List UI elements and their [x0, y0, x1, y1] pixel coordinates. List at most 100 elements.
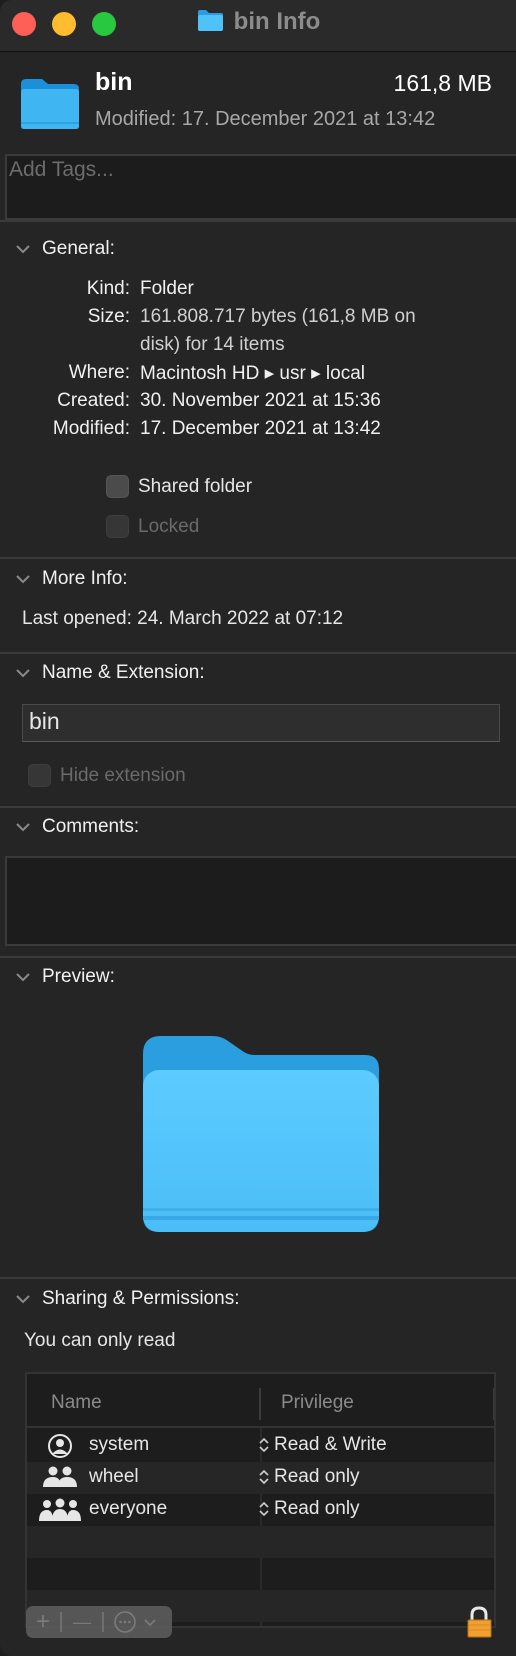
permission-status-text: You can only read [24, 1330, 176, 1351]
file-size: 161,8 MB [393, 70, 492, 96]
section-title: Comments: [42, 816, 140, 837]
table-row[interactable]: system Read & Write [27, 1430, 494, 1462]
permissions-button-group: + — [26, 1606, 172, 1638]
section-title: Name & Extension: [42, 662, 205, 683]
last-opened-text: Last opened: 24. March 2022 at 07:12 [22, 608, 344, 629]
privilege-value: Read & Write [274, 1434, 387, 1455]
info-key: Modified: [52, 418, 130, 439]
divider [0, 557, 516, 559]
permissions-table[interactable]: Name Privilege system Read & Write wheel… [25, 1372, 496, 1628]
window-title-text: bin Info [233, 8, 321, 35]
info-row-size: Size: 161.808.717 bytes (161,8 MB on [0, 306, 516, 333]
info-key: Created: [57, 390, 130, 411]
folder-icon [196, 8, 224, 39]
chevron-down-icon [16, 245, 30, 254]
info-key: Size: [87, 306, 130, 327]
name-field[interactable] [22, 704, 500, 742]
comments-field[interactable] [5, 856, 516, 946]
section-general-header[interactable]: General: [14, 238, 115, 260]
chevron-down-icon [16, 973, 30, 982]
user-name: system [89, 1434, 150, 1455]
checkbox-label: Shared folder [138, 475, 253, 497]
updown-arrows-icon [259, 1469, 269, 1485]
name-input[interactable] [23, 705, 499, 738]
privilege-value: Read only [274, 1498, 360, 1519]
checkbox-label: Hide extension [60, 764, 186, 786]
checkbox-box[interactable] [106, 475, 129, 498]
section-sharing-header[interactable]: Sharing & Permissions: [14, 1288, 239, 1310]
info-value: 30. November 2021 at 15:36 [140, 390, 381, 411]
divider [0, 806, 516, 808]
privilege-popup[interactable]: Read & Write [259, 1434, 387, 1456]
chevron-down-icon [16, 1295, 30, 1304]
file-modified: Modified: 17. December 2021 at 13:42 [95, 108, 436, 130]
section-title: General: [42, 238, 115, 259]
group-icon [43, 1466, 77, 1487]
info-window: bin Info bin 161,8 MB Modified: 17. Dece… [0, 0, 516, 1656]
column-header-privilege[interactable]: Privilege [281, 1392, 354, 1414]
info-value: disk) for 14 items [140, 334, 285, 355]
table-row[interactable]: wheel Read only [27, 1462, 494, 1494]
user-icon [48, 1434, 72, 1458]
info-value: Folder [140, 278, 194, 299]
section-more-info-header[interactable]: More Info: [14, 568, 128, 590]
section-comments-header[interactable]: Comments: [14, 816, 139, 838]
info-key: Kind: [86, 278, 130, 299]
checkbox-label: Locked [138, 515, 200, 537]
folder-icon [143, 1036, 381, 1239]
empty-row [27, 1558, 494, 1590]
checkbox-box[interactable] [28, 764, 51, 787]
divider [0, 652, 516, 654]
column-header-name[interactable]: Name [51, 1392, 102, 1414]
user-name: wheel [89, 1466, 139, 1487]
title-bar[interactable]: bin Info [0, 0, 516, 52]
chevron-down-icon [144, 1619, 156, 1627]
updown-arrows-icon [259, 1437, 269, 1453]
permission-status: You can only read [24, 1330, 516, 1357]
file-header: bin 161,8 MB Modified: 17. December 2021… [0, 52, 516, 152]
everyone-icon [39, 1498, 81, 1521]
table-row[interactable]: everyone Read only [27, 1494, 494, 1526]
privilege-popup[interactable]: Read only [259, 1498, 360, 1520]
section-title: More Info: [42, 568, 128, 589]
privilege-popup[interactable]: Read only [259, 1466, 360, 1488]
folder-icon [20, 78, 80, 135]
table-header: Name Privilege [27, 1374, 494, 1428]
user-name: everyone [89, 1498, 168, 1519]
column-divider[interactable] [259, 1388, 261, 1420]
window-title: bin Info [0, 8, 516, 39]
chevron-down-icon [16, 575, 30, 584]
column-divider[interactable] [493, 1388, 494, 1420]
info-row-created: Created: 30. November 2021 at 15:36 [0, 390, 516, 417]
last-opened: Last opened: 24. March 2022 at 07:12 [22, 608, 516, 635]
divider [0, 220, 516, 222]
file-name: bin [95, 68, 133, 96]
privilege-value: Read only [274, 1466, 360, 1487]
info-key: Where: [68, 362, 130, 383]
info-value: Macintosh HD ▸ usr ▸ local [140, 363, 365, 384]
chevron-down-icon [16, 823, 30, 832]
info-row-modified: Modified: 17. December 2021 at 13:42 [0, 418, 516, 445]
info-value: 17. December 2021 at 13:42 [140, 418, 381, 439]
hide-extension-checkbox[interactable]: Hide extension [28, 764, 186, 787]
info-row-where: Where: Macintosh HD ▸ usr ▸ local [0, 362, 516, 389]
action-menu-button[interactable] [104, 1606, 166, 1638]
shared-folder-checkbox[interactable]: Shared folder [106, 475, 252, 498]
remove-button[interactable]: — [62, 1606, 102, 1638]
section-name-extension-header[interactable]: Name & Extension: [14, 662, 205, 684]
section-preview-header[interactable]: Preview: [14, 966, 115, 988]
lock-icon[interactable] [466, 1606, 492, 1643]
locked-checkbox[interactable]: Locked [106, 515, 199, 538]
empty-row [27, 1526, 494, 1558]
section-title: Sharing & Permissions: [42, 1288, 240, 1309]
tags-input[interactable] [7, 156, 516, 184]
chevron-down-icon [16, 669, 30, 678]
ellipsis-circle-icon [114, 1611, 136, 1633]
info-row-size-cont: disk) for 14 items [0, 334, 516, 361]
tags-field[interactable] [5, 154, 516, 220]
add-button[interactable]: + [26, 1606, 60, 1638]
info-row-kind: Kind: Folder [0, 278, 516, 305]
checkbox-box[interactable] [106, 515, 129, 538]
info-value: 161.808.717 bytes (161,8 MB on [140, 306, 416, 327]
comments-textarea[interactable] [7, 858, 516, 944]
